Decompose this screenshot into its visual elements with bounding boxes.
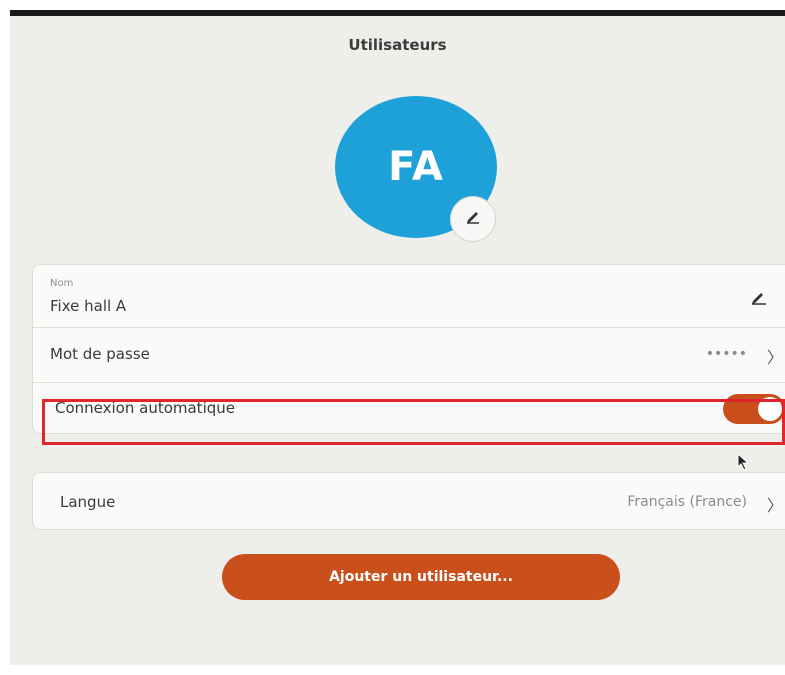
language-value: Français (France) xyxy=(627,494,747,510)
users-settings-window: Utilisateurs FA Nom Fixe hall A Mot de p… xyxy=(10,10,785,665)
language-card: Langue Français (France) 〉 xyxy=(32,472,785,530)
language-label: Langue xyxy=(60,493,116,511)
highlight-box xyxy=(42,399,785,445)
name-row[interactable]: Nom Fixe hall A xyxy=(33,265,785,327)
pencil-icon xyxy=(465,209,481,229)
chevron-right-icon: 〉 xyxy=(766,496,783,515)
avatar-edit-button[interactable] xyxy=(450,196,496,242)
chevron-right-icon: 〉 xyxy=(766,348,783,367)
page-title: Utilisateurs xyxy=(348,36,447,54)
password-row[interactable]: Mot de passe ••••• 〉 xyxy=(33,327,785,382)
name-label: Nom xyxy=(50,278,74,289)
avatar-initials: FA xyxy=(388,144,444,190)
password-label: Mot de passe xyxy=(50,345,150,363)
password-value: ••••• xyxy=(705,346,747,362)
edit-name-icon[interactable] xyxy=(751,290,767,309)
language-row[interactable]: Langue Français (France) 〉 xyxy=(33,473,785,531)
name-value: Fixe hall A xyxy=(50,297,127,315)
add-user-button[interactable]: Ajouter un utilisateur... xyxy=(222,554,620,600)
